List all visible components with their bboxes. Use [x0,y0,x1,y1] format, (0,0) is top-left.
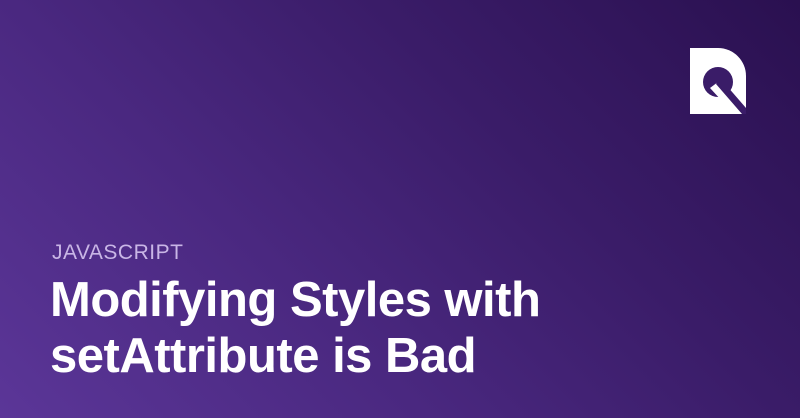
share-card: JAVASCRIPT Modifying Styles with setAttr… [0,0,800,418]
title-line: setAttribute is Bad [50,329,477,383]
title-line: Modifying Styles with [50,273,541,327]
category-label: JAVASCRIPT [52,241,184,264]
brand-logo-icon [690,48,746,114]
article-title: Modifying Styles with setAttribute is Ba… [50,272,541,384]
